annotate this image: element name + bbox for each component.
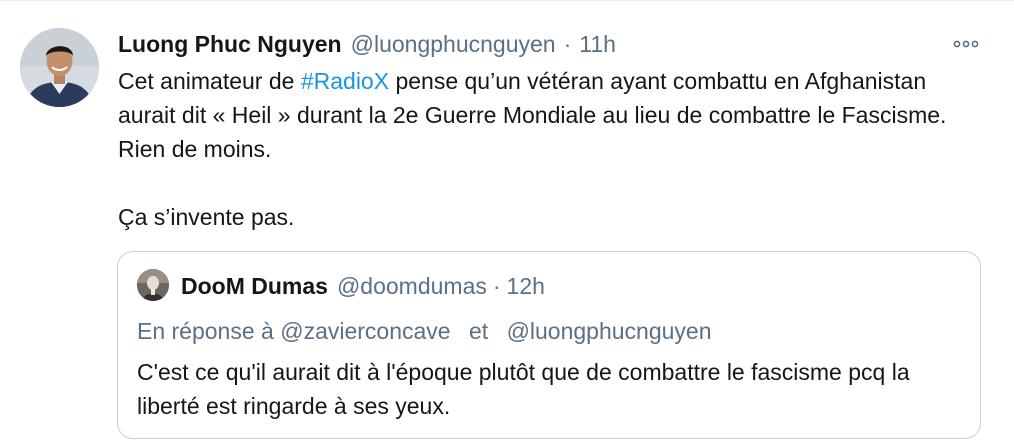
quoted-tweet-body: C'est ce qu'il aurait dit à l'époque plu… [137, 359, 910, 419]
tweet-paragraph: Ça s’invente pas. [118, 204, 295, 230]
quoted-header-separator: · [492, 272, 501, 299]
tweet[interactable]: Luong Phuc Nguyen @luongphucnguyen · 11h… [0, 1, 1014, 446]
quoted-author-avatar[interactable] [137, 269, 169, 301]
tweet-paragraph: Cet animateur de #RadioX pense qu’un vét… [118, 64, 978, 166]
tweet-body: Cet animateur de #RadioX pense qu’un vét… [118, 64, 978, 234]
author-display-name[interactable]: Luong Phuc Nguyen [118, 31, 342, 58]
quoted-avatar-image [137, 269, 169, 301]
hashtag-link[interactable]: #RadioX [301, 68, 389, 94]
reply-conjunction: et [468, 318, 489, 344]
reply-context: En réponse à @zavierconcave et @luongphu… [137, 315, 712, 347]
header-separator: · [563, 30, 572, 57]
tweet-timestamp[interactable]: 11h [579, 31, 616, 58]
author-avatar[interactable] [20, 28, 99, 107]
tweet-text-segment: Cet animateur de [118, 68, 301, 94]
reply-mention-2[interactable]: @luongphucnguyen [507, 318, 712, 344]
quoted-tweet-timestamp[interactable]: 12h [507, 273, 545, 300]
tweet-header: Luong Phuc Nguyen @luongphucnguyen · 11h [118, 27, 616, 61]
reply-mention-1[interactable]: @zavierconcave [280, 318, 450, 344]
reply-prefix: En réponse à [137, 318, 274, 344]
quoted-author-display-name[interactable]: DooM Dumas [181, 273, 328, 300]
author-handle[interactable]: @luongphucnguyen [351, 31, 556, 58]
more-options-button[interactable] [944, 31, 988, 57]
quoted-tweet[interactable]: DooM Dumas @doomdumas · 12h En réponse à… [117, 251, 981, 439]
author-avatar-image [20, 28, 99, 107]
ellipsis-icon [953, 40, 979, 48]
quoted-tweet-header: DooM Dumas @doomdumas · 12h [181, 270, 545, 302]
quoted-author-handle[interactable]: @doomdumas [337, 273, 487, 300]
